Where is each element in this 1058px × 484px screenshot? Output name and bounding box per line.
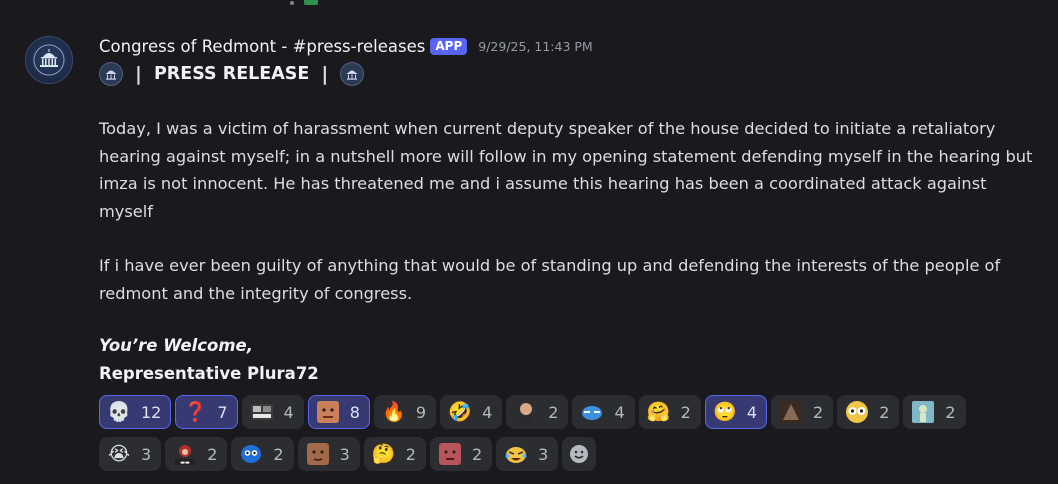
reaction-button[interactable]: 3 xyxy=(496,437,559,471)
custom-cinema-emoji-icon xyxy=(250,400,274,424)
reaction-button[interactable]: 🙄 4 xyxy=(704,395,768,429)
reaction-button[interactable]: 💀 12 xyxy=(99,395,172,429)
reaction-count: 3 xyxy=(538,444,549,464)
app-badge: APP xyxy=(430,37,468,55)
reaction-count: 2 xyxy=(405,444,416,464)
reaction-count: 9 xyxy=(415,402,427,422)
question-emoji-icon: ❓ xyxy=(183,400,208,423)
custom-blue-blob-emoji-icon xyxy=(239,442,263,466)
eye-roll-emoji-icon: 🙄 xyxy=(713,400,737,423)
reaction-button[interactable]: 2 xyxy=(771,395,834,429)
reaction-count: 2 xyxy=(548,402,559,422)
seal-right-icon xyxy=(340,62,365,86)
reaction-count: 2 xyxy=(471,444,483,464)
message-timestamp[interactable]: 9/29/25, 11:43 PM xyxy=(478,39,592,54)
custom-dark-emoji-icon xyxy=(779,400,803,424)
reaction-count: 4 xyxy=(283,402,294,422)
reaction-button[interactable]: 4 xyxy=(241,395,304,429)
thinking-emoji-icon: 🤔 xyxy=(371,442,396,465)
reaction-count: 8 xyxy=(349,402,360,422)
reaction-button[interactable]: 2 xyxy=(429,437,493,471)
reaction-button[interactable]: 🤣 4 xyxy=(440,395,503,429)
custom-crying-blue-emoji-icon xyxy=(580,400,604,424)
press-release-title: PRESS RELEASE xyxy=(153,64,310,84)
reaction-count: 4 xyxy=(482,402,493,422)
rofl-emoji-icon: 🤣 xyxy=(448,400,472,423)
add-reaction-smiley-icon xyxy=(570,445,589,463)
reaction-button[interactable]: 🔥 9 xyxy=(373,395,437,429)
reaction-count: 2 xyxy=(879,402,890,422)
reaction-button[interactable]: 4 xyxy=(572,395,635,429)
reaction-button[interactable]: 3 xyxy=(297,437,360,471)
hugging-emoji-icon: 🤗 xyxy=(646,400,671,423)
capitol-seal-icon xyxy=(33,44,65,76)
reaction-count: 2 xyxy=(945,402,956,422)
custom-face-2-emoji-icon xyxy=(306,442,330,466)
svg-text:▬▬: ▬▬ xyxy=(180,460,190,466)
reaction-button[interactable]: ▬▬ 2 xyxy=(165,437,228,471)
reaction-button[interactable]: 8 xyxy=(307,395,370,429)
reaction-count: 2 xyxy=(273,444,284,464)
reaction-count: 2 xyxy=(813,402,824,422)
divider-bar-left: | xyxy=(135,63,142,85)
reaction-button[interactable]: 😭 3 xyxy=(99,437,162,471)
custom-face-3-emoji-icon xyxy=(438,442,462,466)
message-header: Congress of Redmont - #press-releases AP… xyxy=(99,35,593,57)
reaction-count: 12 xyxy=(141,402,162,422)
signoff-text: You’re Welcome, xyxy=(99,336,254,355)
add-reaction-button[interactable] xyxy=(562,437,597,471)
seal-left-icon xyxy=(99,62,123,86)
loudly-crying-emoji-icon: 😭 xyxy=(107,442,131,465)
reactions-row: 💀 12 ❓ 7 4 8 🔥 9 🤣 4 2 4 🤗 2 🙄 4 2 2 2 xyxy=(99,395,970,429)
custom-face-emoji-icon xyxy=(316,400,340,424)
reaction-count: 4 xyxy=(746,402,758,422)
reaction-button[interactable]: 2 xyxy=(903,395,966,429)
fire-emoji-icon: 🔥 xyxy=(382,400,406,423)
signature-text: Representative Plura72 xyxy=(99,364,319,383)
custom-gulag-emoji-icon: ▬▬ xyxy=(173,442,197,466)
custom-wide-eyes-emoji-icon xyxy=(845,400,869,424)
divider-bar-right: | xyxy=(321,63,329,85)
custom-person-emoji-icon xyxy=(514,400,538,424)
custom-crying-laugh-emoji-icon xyxy=(504,442,528,466)
reaction-count: 7 xyxy=(217,402,228,422)
reaction-count: 4 xyxy=(614,402,625,422)
reaction-button[interactable]: 2 xyxy=(231,437,294,471)
reaction-count: 2 xyxy=(207,444,218,464)
press-release-heading: | PRESS RELEASE | xyxy=(99,60,365,88)
skull-emoji-icon: 💀 xyxy=(107,400,131,423)
author-name[interactable]: Congress of Redmont - #press-releases xyxy=(99,37,425,56)
message-paragraph: Today, I was a victim of harassment when… xyxy=(99,119,1033,221)
reaction-button[interactable]: 2 xyxy=(506,395,569,429)
custom-statue-emoji-icon xyxy=(911,400,935,424)
message-paragraph: If i have ever been guilty of anything t… xyxy=(99,256,1001,303)
reaction-count: 2 xyxy=(680,402,691,422)
reaction-button[interactable]: 2 xyxy=(837,395,900,429)
reaction-count: 3 xyxy=(339,444,350,464)
reaction-button[interactable]: 🤔 2 xyxy=(363,437,426,471)
reaction-button[interactable]: 🤗 2 xyxy=(638,395,701,429)
previous-message-fragment xyxy=(290,0,330,5)
reactions-row: 😭 3 ▬▬ 2 2 3 🤔 2 2 3 xyxy=(99,437,597,471)
reaction-count: 3 xyxy=(141,444,152,464)
author-avatar[interactable] xyxy=(25,36,73,84)
reaction-button[interactable]: ❓ 7 xyxy=(175,395,238,429)
